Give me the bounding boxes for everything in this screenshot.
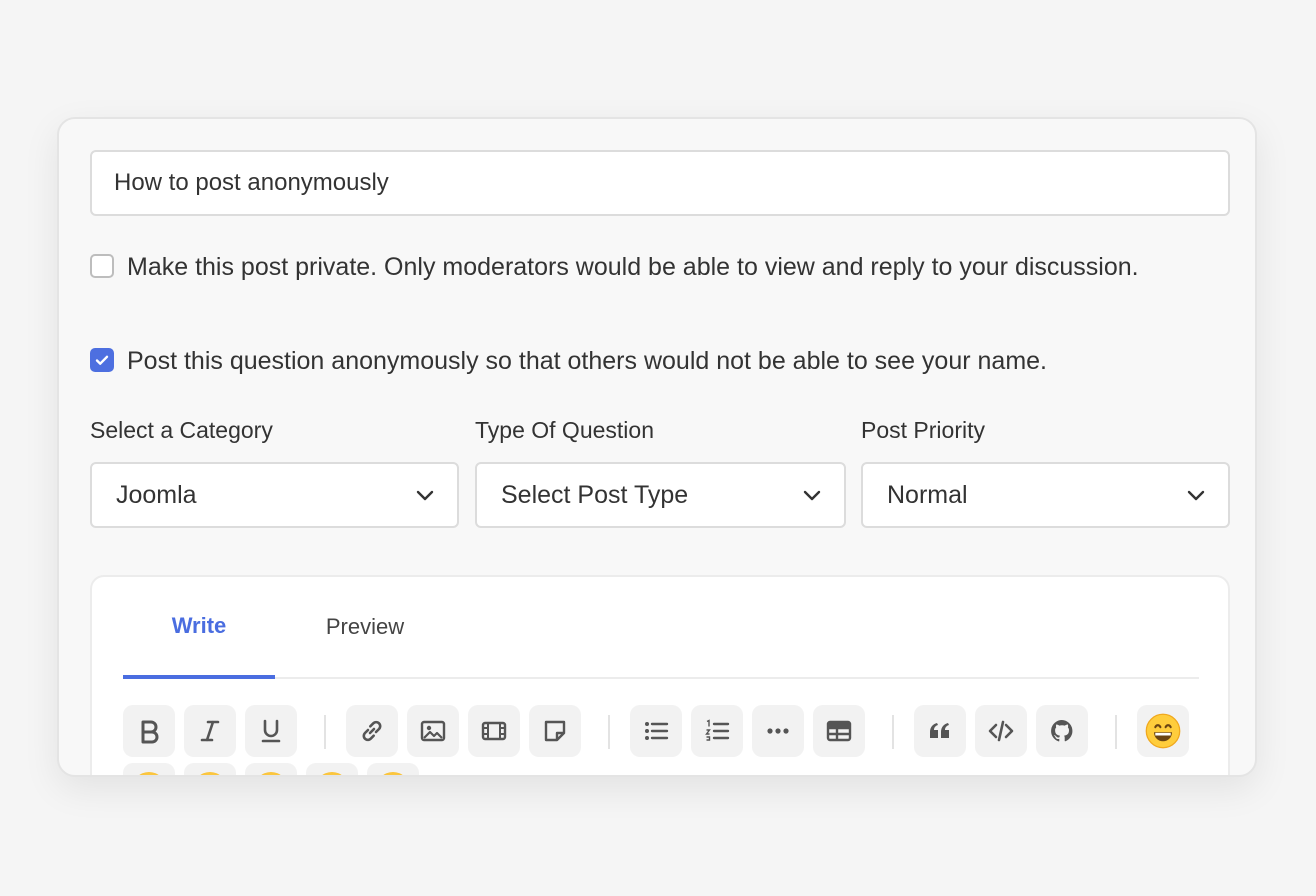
private-post-checkbox[interactable] [90,254,114,278]
emoji-option[interactable] [306,763,358,775]
toolbar-divider [1115,715,1117,749]
numbered-list-button[interactable] [691,705,743,757]
image-icon [420,720,446,742]
anonymous-post-label: Post this question anonymously so that o… [127,347,1047,375]
private-post-option[interactable]: Make this post private. Only moderators … [90,251,1190,283]
bullet-list-button[interactable] [630,705,682,757]
code-icon [988,720,1014,742]
emoji-icon [1145,713,1181,749]
github-button[interactable] [1036,705,1088,757]
emoji-option[interactable] [184,763,236,775]
post-title-input[interactable] [90,150,1230,216]
tab-preview[interactable]: Preview [305,577,425,677]
smiley-icon [132,772,166,775]
smiley-icon [376,772,410,775]
bold-icon [141,720,159,744]
emoji-button[interactable] [1137,705,1189,757]
smiley-icon [193,772,227,775]
code-button[interactable] [975,705,1027,757]
post-type-value: Select Post Type [501,480,689,509]
bullet-list-icon [645,722,669,740]
more-icon [767,728,789,734]
smiley-icon [254,772,288,775]
post-editor: Write Preview [90,575,1230,775]
emoji-option[interactable] [245,763,297,775]
anonymous-post-checkbox[interactable] [90,348,114,372]
emoji-option[interactable] [123,763,175,775]
post-type-label: Type Of Question [475,417,654,443]
link-button[interactable] [346,705,398,757]
link-icon [362,720,382,742]
underline-icon [261,719,281,743]
video-button[interactable] [468,705,520,757]
priority-select[interactable]: Normal [861,462,1230,528]
priority-label: Post Priority [861,417,985,443]
new-post-form: Make this post private. Only moderators … [57,117,1257,777]
category-value: Joomla [116,480,197,509]
more-button[interactable] [752,705,804,757]
priority-value: Normal [887,480,968,509]
category-select[interactable]: Joomla [90,462,459,528]
note-button[interactable] [529,705,581,757]
chevron-down-icon [1187,490,1205,501]
private-post-label: Make this post private. Only moderators … [127,253,1139,281]
table-icon [826,720,852,742]
note-icon [544,720,566,742]
table-button[interactable] [813,705,865,757]
video-icon [481,721,507,741]
chevron-down-icon [803,490,821,501]
italic-button[interactable] [184,705,236,757]
numbered-list-icon [705,719,730,741]
quote-icon [930,723,949,738]
italic-icon [200,720,220,742]
image-button[interactable] [407,705,459,757]
toolbar-divider [892,715,894,749]
anonymous-post-option[interactable]: Post this question anonymously so that o… [90,345,1190,377]
underline-button[interactable] [245,705,297,757]
editor-tabs: Write Preview [123,577,1199,679]
toolbar-divider [608,715,610,749]
category-label: Select a Category [90,417,273,443]
bold-button[interactable] [123,705,175,757]
toolbar-divider [324,715,326,749]
post-type-select[interactable]: Select Post Type [475,462,846,528]
tab-write[interactable]: Write [123,577,275,679]
quote-button[interactable] [914,705,966,757]
chevron-down-icon [416,490,434,501]
checkmark-icon [95,355,109,365]
emoji-option[interactable] [367,763,419,775]
smiley-icon [315,772,349,775]
github-icon [1051,720,1073,742]
